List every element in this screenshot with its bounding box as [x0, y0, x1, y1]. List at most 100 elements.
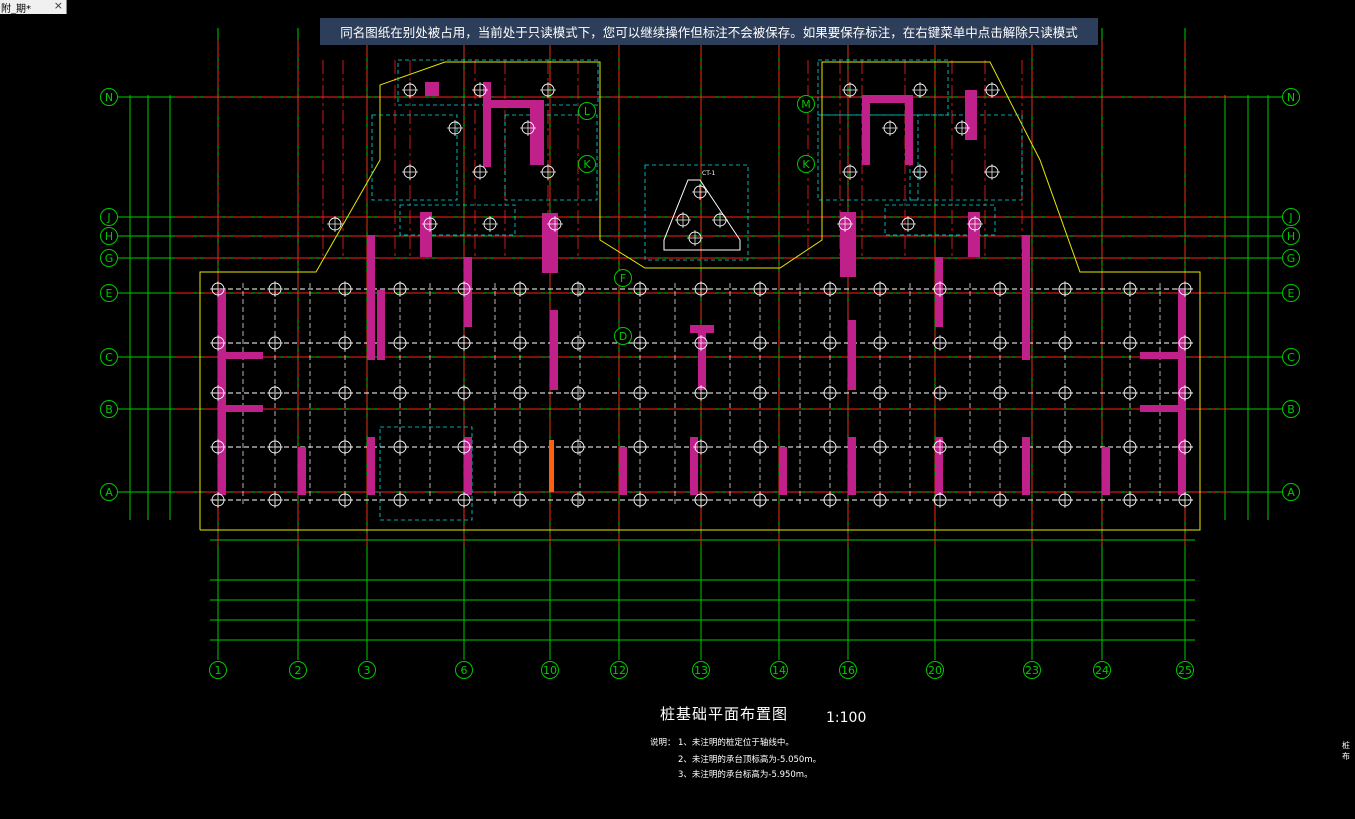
- pile: [992, 439, 1008, 455]
- pile: [267, 335, 283, 351]
- column-axis: 13: [692, 661, 710, 679]
- pile: [570, 385, 586, 401]
- wall-segment: [218, 352, 263, 359]
- column-axis: 12: [610, 661, 628, 679]
- wall-segment: [367, 235, 375, 360]
- pile: [1057, 281, 1073, 297]
- pile: [872, 492, 888, 508]
- wall-segment: [377, 290, 385, 360]
- pile: [402, 164, 418, 180]
- pile: [337, 439, 353, 455]
- pile: [540, 164, 556, 180]
- detail-label: CT-1: [702, 170, 715, 177]
- pile: [632, 335, 648, 351]
- axis-bubble-label: A: [105, 486, 113, 499]
- wall-segment: [298, 447, 306, 495]
- row-axis-right: N: [1282, 88, 1300, 106]
- pile: [512, 492, 528, 508]
- pile: [337, 281, 353, 297]
- pile: [267, 281, 283, 297]
- wall-segment: [690, 437, 698, 495]
- pile: [267, 492, 283, 508]
- pile: [570, 439, 586, 455]
- pile: [392, 492, 408, 508]
- row-axis-right: E: [1282, 284, 1300, 302]
- axis-bubble-label: C: [105, 351, 113, 364]
- wall-segment: [464, 257, 472, 327]
- pile: [1057, 492, 1073, 508]
- pile: [512, 385, 528, 401]
- column-axis: 1: [209, 661, 227, 679]
- pile: [693, 281, 709, 297]
- axis-bubble-label: 12: [612, 664, 626, 677]
- close-icon[interactable]: ×: [54, 0, 63, 12]
- pile: [392, 385, 408, 401]
- axis-bubble-label: 10: [543, 664, 557, 677]
- pile: [267, 439, 283, 455]
- pile: [1122, 335, 1138, 351]
- pile: [402, 82, 418, 98]
- axis-bubble-label: K: [802, 158, 810, 171]
- pile: [822, 281, 838, 297]
- cap-boundary: [371, 114, 458, 201]
- cap-boundary: [379, 426, 473, 521]
- pile: [632, 281, 648, 297]
- row-axis-left: H: [100, 227, 118, 245]
- column-axis: 14: [770, 661, 788, 679]
- pile: [1122, 492, 1138, 508]
- pile: [752, 385, 768, 401]
- row-axis-right: B: [1282, 400, 1300, 418]
- cap-boundary: [644, 164, 749, 261]
- pile: [900, 216, 916, 232]
- axis-bubble-label: G: [1287, 252, 1296, 265]
- wall-segment: [698, 325, 706, 390]
- pile: [675, 212, 691, 228]
- pile: [932, 439, 948, 455]
- axis-bubble-label: 13: [694, 664, 708, 677]
- pile-cap-outline: [663, 179, 741, 251]
- row-axis-middle: F: [614, 269, 632, 287]
- row-axis-right: C: [1282, 348, 1300, 366]
- note-2: 2、未注明的承台顶标高为-5.050m。: [678, 755, 822, 765]
- pile: [872, 281, 888, 297]
- wall-segment: [1140, 405, 1185, 412]
- pile: [632, 492, 648, 508]
- axis-bubble-label: 23: [1025, 664, 1039, 677]
- axis-bubble-label: 1: [215, 664, 222, 677]
- pile: [822, 335, 838, 351]
- row-axis-left: B: [100, 400, 118, 418]
- axis-bubble-label: M: [801, 98, 811, 111]
- axis-bubble-label: 2: [295, 664, 302, 677]
- row-axis-left: G: [100, 249, 118, 267]
- axis-bubble-label: 20: [928, 664, 942, 677]
- axis-bubble-label: 16: [841, 664, 855, 677]
- drawing-tab[interactable]: 附_期* ×: [0, 0, 67, 15]
- pile: [932, 281, 948, 297]
- note-1: 1、未注明的桩定位于轴线中。: [678, 738, 794, 748]
- pile: [392, 281, 408, 297]
- axis-bubble-label: 3: [364, 664, 371, 677]
- row-axis-right: J: [1282, 208, 1300, 226]
- pile: [822, 439, 838, 455]
- row-axis-left: N: [100, 88, 118, 106]
- wall-segment: [690, 325, 714, 333]
- pile: [992, 281, 1008, 297]
- pile: [712, 212, 728, 228]
- pile: [570, 492, 586, 508]
- wall-segment: [935, 437, 943, 495]
- pile: [570, 335, 586, 351]
- axis-bubble-label: C: [1287, 351, 1295, 364]
- pile: [540, 82, 556, 98]
- pile: [1057, 439, 1073, 455]
- tab-title: 附_期*: [1, 3, 31, 15]
- row-axis-right: A: [1282, 483, 1300, 501]
- pile: [692, 184, 708, 200]
- drawing-title: 桩基础平面布置图: [660, 705, 789, 723]
- pile: [842, 82, 858, 98]
- axis-bubble-label: 14: [772, 664, 786, 677]
- axis-bubble-label: L: [584, 105, 591, 118]
- column-axis: 24: [1093, 661, 1111, 679]
- row-axis-upper: L: [578, 102, 596, 120]
- row-axis-right: H: [1282, 227, 1300, 245]
- cad-canvas[interactable]: N NJ JH HG GE EC CB BA A1 2 3 6 10 12 13 14 16 20 23 24 25LK…: [0, 14, 1355, 819]
